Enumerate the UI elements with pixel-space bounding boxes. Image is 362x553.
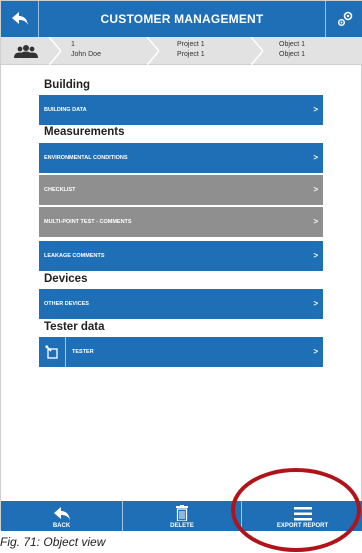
tester-icon-box [39,337,66,367]
menu-item-label: OTHER DEVICES [44,301,89,307]
breadcrumb-item-customer[interactable]: 1 John Doe [71,40,101,60]
back-label: BACK [52,523,71,529]
menu-item-building-data[interactable]: BUILDING DATA > [39,95,323,125]
menu-item-other-devices[interactable]: OTHER DEVICES > [39,289,323,319]
customers-group-icon [14,45,38,58]
tester-edit-icon [45,345,58,359]
section-title-devices: Devices [44,273,88,285]
page-title: CUSTOMER MANAGEMENT [100,12,264,26]
menu-item-label: MULTI-POINT TEST - COMMENTS [44,219,132,225]
breadcrumb-item-object[interactable]: Object 1 Object 1 [279,40,305,60]
menu-item-checklist[interactable]: CHECKLIST > [39,175,323,205]
menu-item-label: CHECKLIST [44,187,76,193]
breadcrumb-separator-icon [251,37,263,65]
header-bar: CUSTOMER MANAGEMENT [1,1,362,37]
breadcrumb: 1 John Doe Project 1 Project 1 Object 1 … [1,37,362,65]
back-button[interactable]: BACK [1,501,122,531]
chevron-right-icon: > [313,185,318,194]
section-title-building: Building [44,79,90,91]
breadcrumb-item-project[interactable]: Project 1 Project 1 [177,40,205,60]
menu-item-label: ENVIRONMENTAL CONDITIONS [44,155,128,161]
chevron-right-icon: > [313,105,318,114]
settings-button[interactable] [325,1,362,37]
menu-item-tester[interactable]: TESTER > [39,337,323,367]
chevron-right-icon: > [313,347,318,356]
highlight-circle [231,468,361,552]
delete-label: DELETE [170,523,194,529]
settings-icon [337,11,352,26]
figure-caption: Fig. 71: Object view [0,535,106,549]
menu-item-label: BUILDING DATA [44,107,87,113]
breadcrumb-separator-icon [49,37,61,65]
menu-item-multi-point-test-comments[interactable]: MULTI-POINT TEST - COMMENTS > [39,207,323,237]
app-window: CUSTOMER MANAGEMENT 1 John Doe Project 1… [0,0,362,531]
back-arrow-icon [53,507,70,520]
menu-item-environmental-conditions[interactable]: ENVIRONMENTAL CONDITIONS > [39,143,323,173]
menu-item-leakage-comments[interactable]: LEAKAGE COMMENTS > [39,241,323,271]
delete-button[interactable]: DELETE [123,501,241,531]
breadcrumb-separator-icon [147,37,159,65]
section-title-measurements: Measurements [44,126,125,138]
menu-item-label: TESTER [72,349,94,355]
chevron-right-icon: > [313,251,318,260]
chevron-right-icon: > [313,299,318,308]
trash-icon [176,505,188,521]
chevron-right-icon: > [313,217,318,226]
menu-item-label: LEAKAGE COMMENTS [44,253,105,259]
section-title-tester-data: Tester data [44,321,105,333]
chevron-right-icon: > [313,153,318,162]
breadcrumb-customers[interactable] [1,37,51,65]
